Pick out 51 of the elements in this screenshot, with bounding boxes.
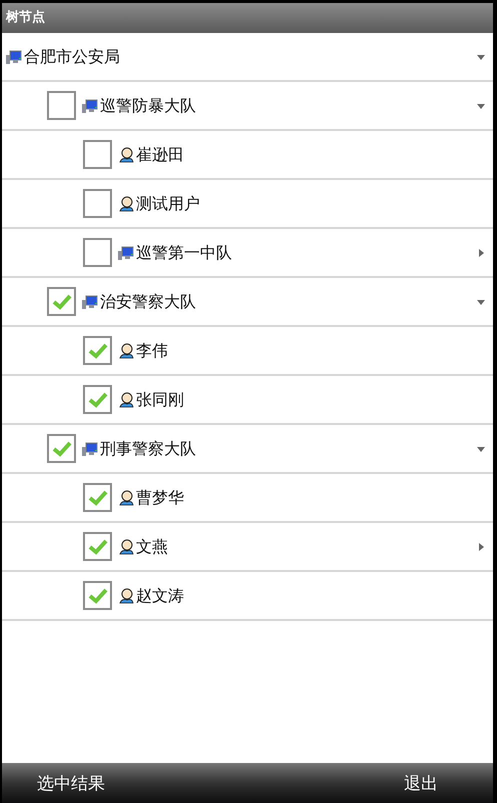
computer-icon (6, 48, 22, 64)
caret-right-icon[interactable] (477, 542, 485, 550)
footer-button[interactable]: 退出 (238, 763, 493, 803)
checkbox[interactable] (83, 189, 112, 218)
checkmark-icon (88, 538, 108, 554)
checkbox[interactable] (83, 336, 112, 365)
checkbox[interactable] (47, 434, 76, 463)
checkbox[interactable] (83, 140, 112, 169)
checkmark-icon (88, 392, 108, 408)
tree-node-label[interactable]: 测试用户 (136, 192, 200, 216)
tree-node-label[interactable]: 张同刚 (136, 388, 184, 412)
checkbox[interactable] (83, 532, 112, 561)
checkmark-icon (88, 490, 108, 506)
footer-button[interactable]: 选中结果 (2, 763, 238, 803)
tree-node-label[interactable]: 曹梦华 (136, 486, 184, 510)
computer-icon (82, 440, 98, 456)
computer-icon (82, 294, 98, 310)
checkmark-icon (52, 440, 72, 456)
caret-right-icon[interactable] (477, 248, 485, 256)
checkbox[interactable] (83, 238, 112, 267)
person-icon (118, 490, 134, 506)
caret-down-icon[interactable] (477, 298, 485, 306)
computer-icon (118, 244, 134, 260)
window-title: 树节点 (6, 9, 45, 28)
checkmark-icon (88, 588, 108, 604)
caret-down-icon[interactable] (477, 102, 485, 110)
person-icon (118, 538, 134, 554)
tree-node-label[interactable]: 巡警防暴大队 (100, 94, 196, 118)
checkbox[interactable] (83, 581, 112, 610)
tree-node-label[interactable]: 巡警第一中队 (136, 240, 232, 264)
person-icon (118, 392, 134, 408)
checkmark-icon (88, 342, 108, 358)
checkmark-icon (52, 294, 72, 310)
checkbox[interactable] (83, 483, 112, 512)
person-icon (118, 588, 134, 604)
caret-down-icon[interactable] (477, 444, 485, 452)
computer-icon (82, 98, 98, 114)
person-icon (118, 196, 134, 212)
tree-node-label[interactable]: 合肥市公安局 (24, 44, 120, 68)
checkbox[interactable] (47, 287, 76, 316)
checkbox[interactable] (83, 385, 112, 414)
tree-node-label[interactable]: 文燕 (136, 534, 168, 558)
checkbox[interactable] (47, 91, 76, 120)
tree-node-label[interactable]: 治安警察大队 (100, 290, 196, 314)
tree-node-label[interactable]: 赵文涛 (136, 584, 184, 608)
tree-node-label[interactable]: 李伟 (136, 338, 168, 362)
person-icon (118, 146, 134, 162)
tree-node-label[interactable]: 刑事警察大队 (100, 436, 196, 460)
tree-node-label[interactable]: 崔逊田 (136, 142, 184, 166)
person-icon (118, 342, 134, 358)
caret-down-icon[interactable] (477, 52, 485, 60)
